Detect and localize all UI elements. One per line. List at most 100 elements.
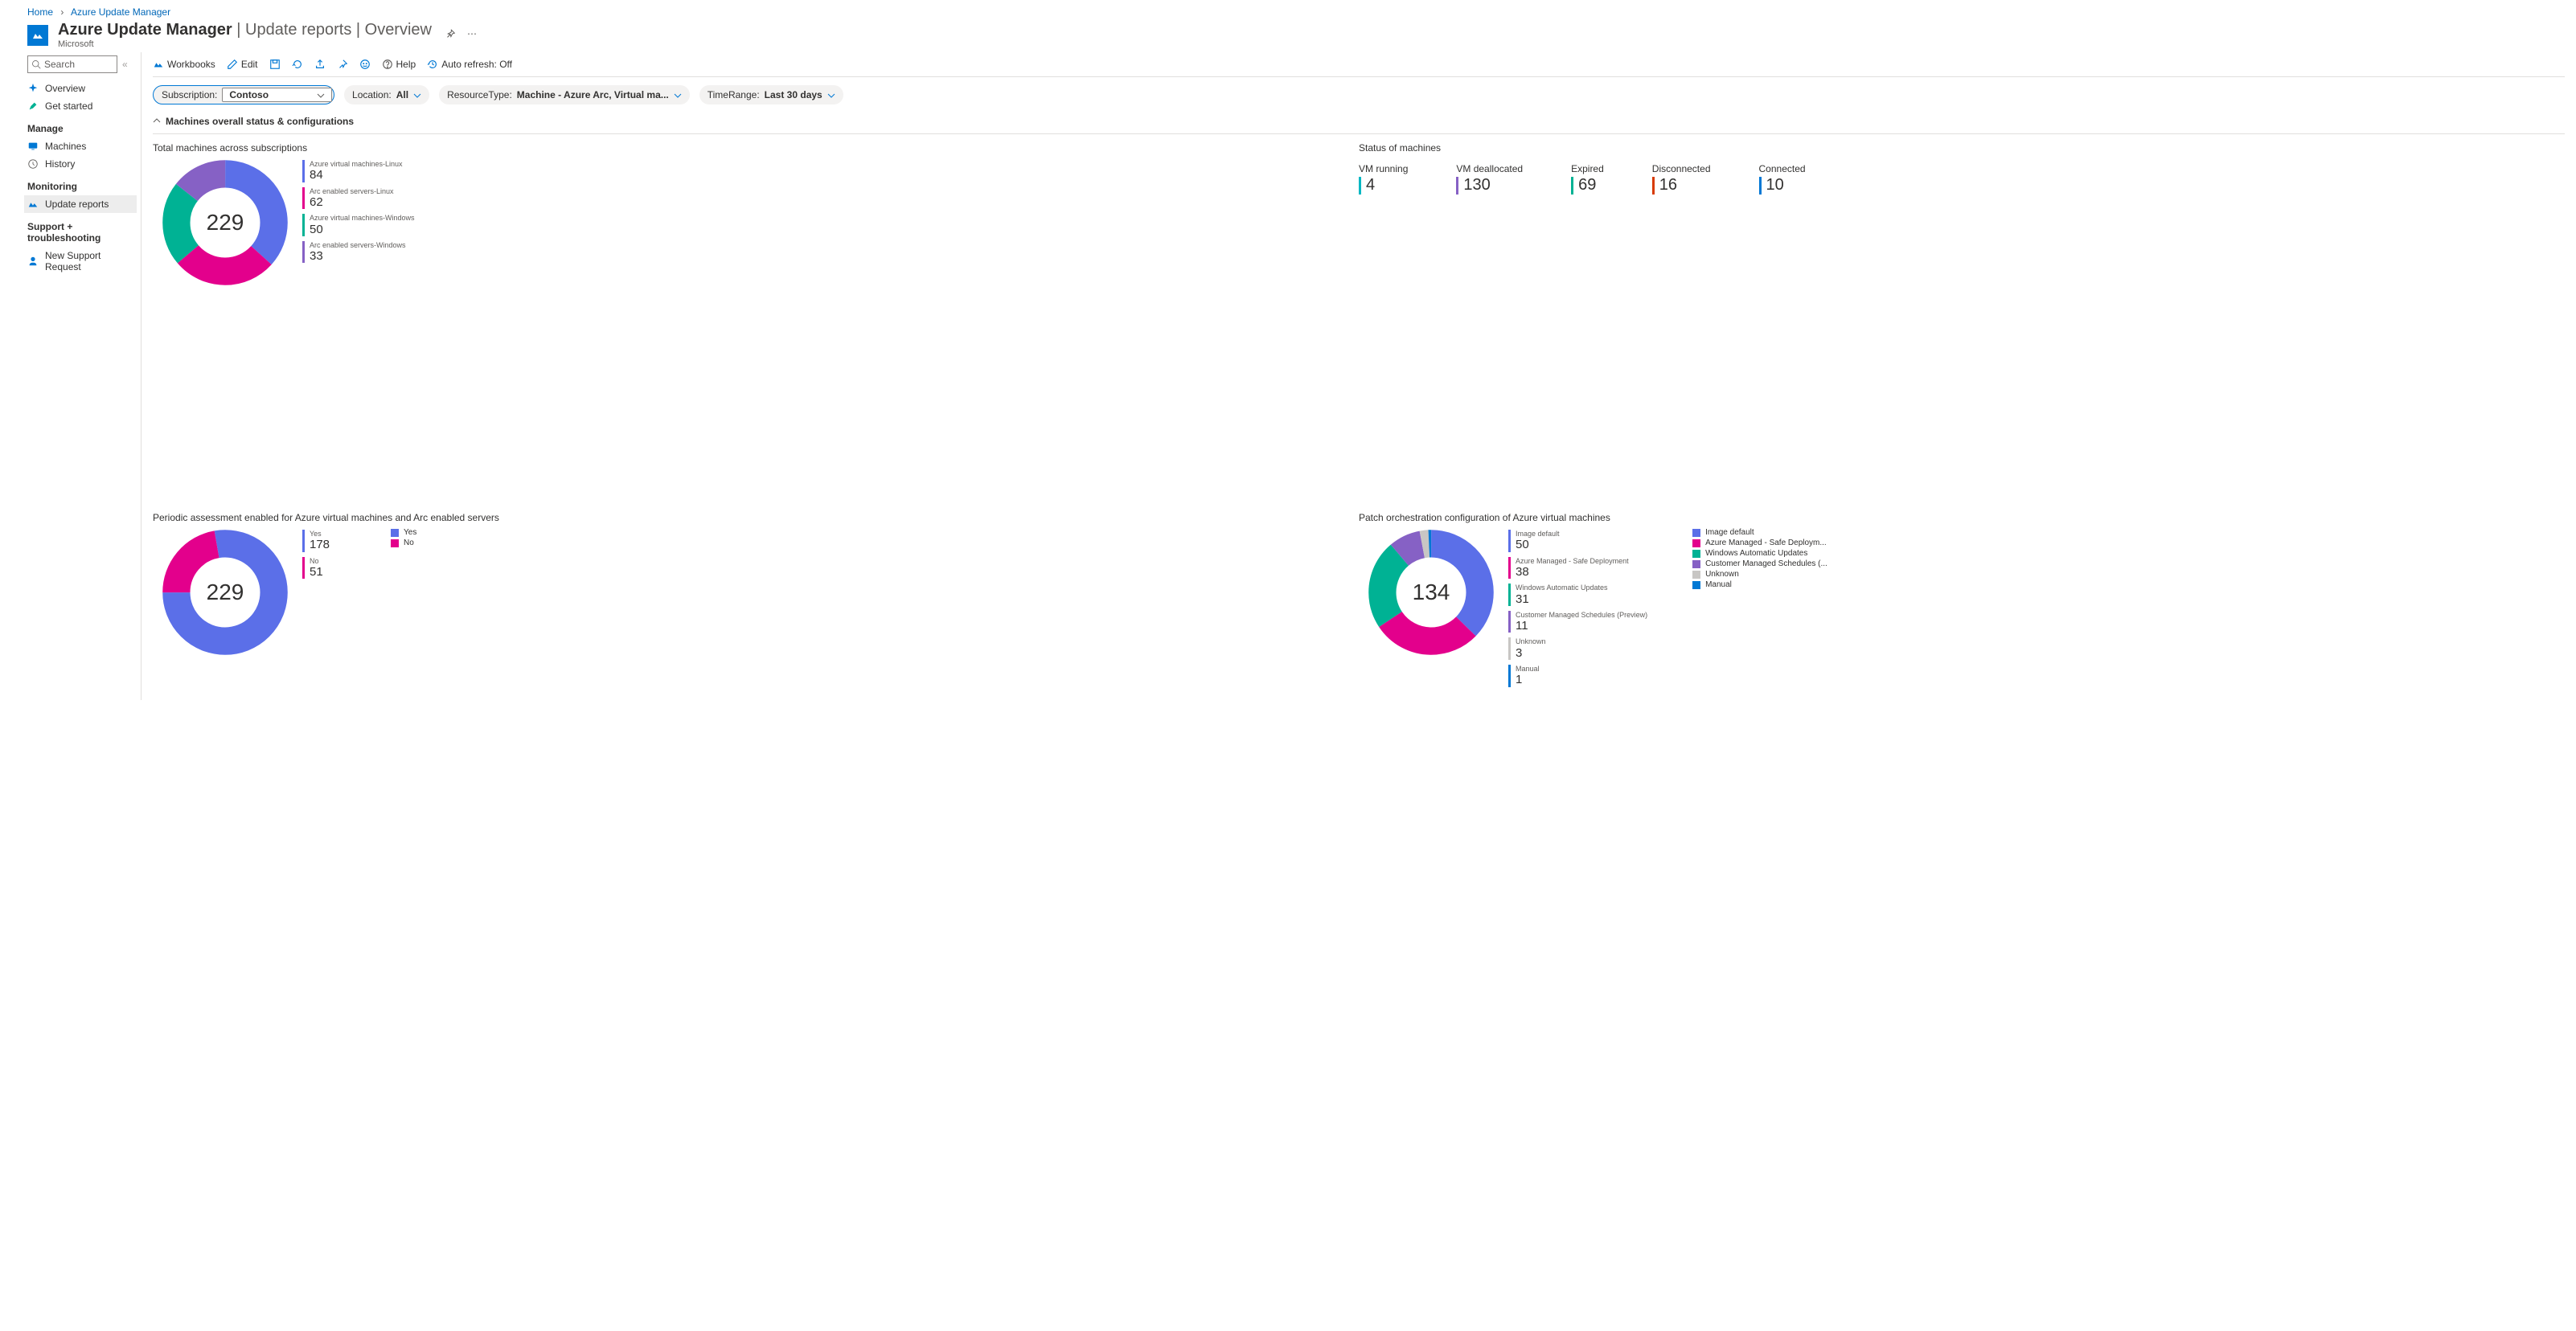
- category-color-bar: [302, 214, 305, 236]
- legend-item[interactable]: Yes: [391, 528, 416, 537]
- refresh-icon: [292, 59, 303, 70]
- card-title: Total machines across subscriptions: [153, 142, 1359, 154]
- category-item[interactable]: Arc enabled servers-Windows33: [302, 241, 415, 264]
- category-item[interactable]: Azure virtual machines-Windows50: [302, 214, 415, 236]
- filter-time-range[interactable]: TimeRange: Last 30 days: [699, 85, 843, 104]
- chevron-down-icon: [317, 91, 325, 99]
- legend-item[interactable]: Azure Managed - Safe Deploym...: [1692, 539, 1827, 547]
- sidebar-item-get-started[interactable]: Get started: [24, 97, 137, 115]
- category-item[interactable]: No51: [302, 557, 330, 579]
- sidebar-collapse-icon[interactable]: «: [122, 59, 128, 70]
- breadcrumb-current[interactable]: Azure Update Manager: [71, 6, 170, 18]
- category-label: Yes: [310, 530, 330, 538]
- tile-color-bar: [1456, 177, 1458, 195]
- category-value: 178: [310, 538, 330, 551]
- legend-item[interactable]: Unknown: [1692, 570, 1827, 579]
- legend-label: No: [404, 539, 414, 547]
- category-label: Azure Managed - Safe Deployment: [1516, 557, 1629, 565]
- tile-label: VM deallocated: [1456, 163, 1523, 174]
- category-label: Windows Automatic Updates: [1516, 584, 1608, 592]
- status-tile[interactable]: Expired69: [1571, 163, 1604, 195]
- toolbar-pin[interactable]: [337, 59, 348, 70]
- category-label: Manual: [1516, 665, 1540, 673]
- toolbar-help[interactable]: Help: [382, 59, 416, 70]
- card-title: Periodic assessment enabled for Azure vi…: [153, 512, 1359, 523]
- status-tile[interactable]: Disconnected16: [1652, 163, 1711, 195]
- sidebar-item-label: New Support Request: [45, 250, 130, 272]
- toolbar-share[interactable]: [314, 59, 326, 70]
- filter-subscription[interactable]: Subscription: Contoso: [153, 85, 334, 104]
- tile-color-bar: [1652, 177, 1655, 195]
- tile-value: 4: [1366, 176, 1375, 195]
- toolbar-autorefresh[interactable]: Auto refresh: Off: [427, 59, 512, 70]
- filter-resource-type[interactable]: ResourceType: Machine - Azure Arc, Virtu…: [439, 85, 690, 104]
- more-icon[interactable]: ⋯: [467, 28, 477, 42]
- toolbar-save[interactable]: [269, 59, 281, 70]
- breadcrumb-home[interactable]: Home: [27, 6, 53, 18]
- legend-swatch: [1692, 529, 1700, 537]
- tile-color-bar: [1759, 177, 1762, 195]
- card-status-machines: Status of machines VM running4VM dealloc…: [1359, 134, 2565, 295]
- category-color-bar: [1508, 611, 1511, 633]
- status-tile[interactable]: VM deallocated130: [1456, 163, 1523, 195]
- sidebar-item-label: Update reports: [45, 199, 109, 210]
- category-label: Customer Managed Schedules (Preview): [1516, 611, 1647, 619]
- category-item[interactable]: Manual1: [1508, 665, 1647, 687]
- toolbar-feedback[interactable]: [359, 59, 371, 70]
- page-title: Azure Update Manager | Update reports | …: [58, 21, 432, 39]
- sidebar-search[interactable]: Search: [27, 55, 117, 73]
- toolbar-workbooks[interactable]: Workbooks: [153, 59, 215, 70]
- category-color-bar: [1508, 557, 1511, 579]
- section-header[interactable]: Machines overall status & configurations: [153, 113, 2565, 134]
- legend-item[interactable]: Image default: [1692, 528, 1827, 537]
- sidebar-item-new-support-request[interactable]: New Support Request: [24, 247, 137, 276]
- feedback-icon: [359, 59, 371, 70]
- card-title: Patch orchestration configuration of Azu…: [1359, 512, 2565, 523]
- toolbar-edit[interactable]: Edit: [227, 59, 258, 70]
- category-item[interactable]: Unknown3: [1508, 637, 1647, 660]
- legend-item[interactable]: Customer Managed Schedules (...: [1692, 559, 1827, 568]
- pin-icon[interactable]: [445, 28, 456, 42]
- legend-item[interactable]: Manual: [1692, 580, 1827, 589]
- sidebar-item-update-reports[interactable]: Update reports: [24, 195, 137, 213]
- sparkle-icon: [27, 83, 39, 94]
- filter-location[interactable]: Location: All: [344, 85, 429, 104]
- page-subtitle: Microsoft: [58, 39, 432, 49]
- chevron-down-icon: [674, 91, 682, 99]
- category-value: 33: [310, 249, 406, 263]
- category-value: 31: [1516, 592, 1608, 606]
- category-value: 84: [310, 168, 403, 182]
- sidebar-section-monitoring: Monitoring: [27, 181, 141, 192]
- donut-chart: 134: [1367, 528, 1495, 657]
- category-value: 51: [310, 565, 323, 579]
- category-item[interactable]: Azure virtual machines-Linux84: [302, 160, 415, 182]
- category-color-bar: [1508, 637, 1511, 660]
- sidebar-item-history[interactable]: History: [24, 155, 137, 173]
- pin-icon: [337, 59, 348, 70]
- page-header: Azure Update Manager | Update reports | …: [0, 21, 2576, 52]
- sidebar-item-machines[interactable]: Machines: [24, 137, 137, 155]
- legend-item[interactable]: No: [391, 539, 416, 547]
- sidebar-item-overview[interactable]: Overview: [24, 80, 137, 97]
- category-color-bar: [1508, 665, 1511, 687]
- category-item[interactable]: Image default50: [1508, 530, 1647, 552]
- category-label: Image default: [1516, 530, 1560, 538]
- legend-item[interactable]: Windows Automatic Updates: [1692, 549, 1827, 558]
- legend-swatch: [1692, 581, 1700, 589]
- status-tile[interactable]: VM running4: [1359, 163, 1408, 195]
- status-tile[interactable]: Connected10: [1759, 163, 1806, 195]
- legend-swatch: [1692, 571, 1700, 579]
- category-label: Azure virtual machines-Windows: [310, 214, 415, 222]
- category-item[interactable]: Windows Automatic Updates31: [1508, 584, 1647, 606]
- legend-label: Windows Automatic Updates: [1705, 549, 1807, 558]
- toolbar-refresh[interactable]: [292, 59, 303, 70]
- category-item[interactable]: Yes178: [302, 530, 330, 552]
- chart-icon: [27, 199, 39, 210]
- category-value: 1: [1516, 673, 1540, 686]
- category-item[interactable]: Customer Managed Schedules (Preview)11: [1508, 611, 1647, 633]
- category-item[interactable]: Arc enabled servers-Linux62: [302, 187, 415, 210]
- breadcrumb-separator: ›: [60, 6, 64, 18]
- category-item[interactable]: Azure Managed - Safe Deployment38: [1508, 557, 1647, 579]
- category-label: Azure virtual machines-Linux: [310, 160, 403, 168]
- edit-icon: [227, 59, 238, 70]
